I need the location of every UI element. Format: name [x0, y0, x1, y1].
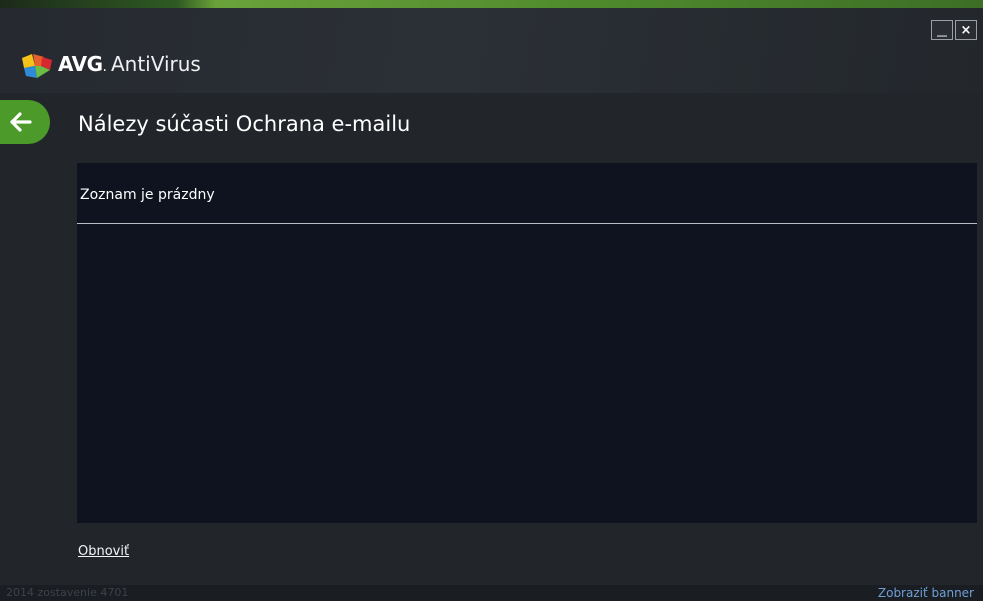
app-title: AVG. AntiVirus [58, 52, 201, 79]
minimize-icon: __ [937, 26, 947, 37]
product-name: AntiVirus [110, 52, 201, 76]
refresh-link[interactable]: Obnoviť [78, 544, 129, 559]
arrow-left-icon [10, 112, 32, 132]
minimize-button[interactable]: __ [931, 20, 953, 40]
back-button[interactable] [0, 100, 50, 144]
top-accent-strip [0, 0, 983, 8]
app-logo: AVG. AntiVirus [20, 52, 201, 79]
list-header: Zoznam je prázdny [77, 163, 977, 224]
close-icon: × [960, 22, 972, 38]
brand-name: AVG [58, 52, 103, 76]
window-controls: __ × [931, 20, 977, 40]
title-bar: __ × AVG. AntiVirus [0, 8, 983, 93]
avg-logo-icon [22, 53, 52, 78]
page-title: Nálezy súčasti Ochrana e-mailu [78, 112, 411, 136]
status-bar: 2014 zostavenie 4701 Zobraziť banner [0, 585, 983, 601]
brand-dot: . [102, 59, 107, 75]
close-button[interactable]: × [955, 20, 977, 40]
empty-list-message: Zoznam je prázdny [80, 187, 215, 203]
build-info: 2014 zostavenie 4701 [6, 586, 129, 599]
show-banner-link[interactable]: Zobraziť banner [878, 585, 974, 601]
findings-list: Zoznam je prázdny [77, 163, 977, 523]
